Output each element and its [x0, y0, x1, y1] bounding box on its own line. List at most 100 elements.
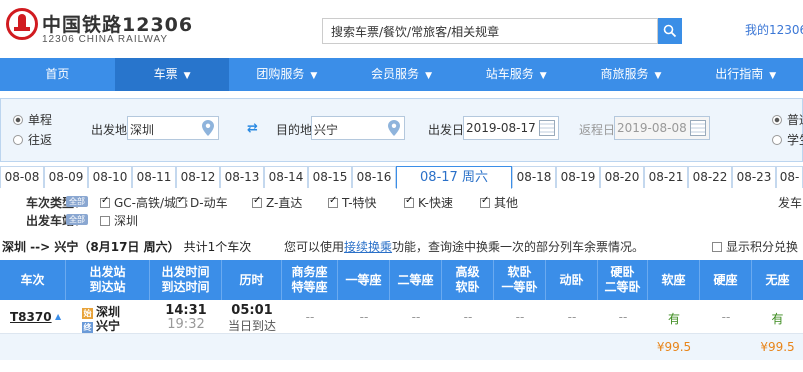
passenger-normal-radio[interactable]: 普通: [772, 111, 803, 128]
date-tab[interactable]: 08-13: [220, 166, 264, 188]
filter-z[interactable]: Z-直达: [252, 194, 302, 211]
date-tab[interactable]: 08-22: [688, 166, 732, 188]
to-station-input[interactable]: 兴宁: [311, 116, 405, 140]
filter-station-shenzhen[interactable]: 深圳: [100, 212, 138, 229]
show-points-checkbox[interactable]: 显示积分兑换: [712, 236, 798, 258]
depart-date-input[interactable]: 2019-08-17: [463, 116, 559, 140]
date-tab[interactable]: 08-16: [352, 166, 396, 188]
col-soft-seat: 软座: [648, 260, 700, 300]
end-badge: 终: [82, 322, 93, 333]
col-duration[interactable]: 历时: [222, 260, 282, 300]
return-date-input[interactable]: 2019-08-08: [614, 116, 710, 140]
checkbox-label: D-动车: [190, 196, 228, 210]
transfer-link[interactable]: 接续换乘: [344, 240, 392, 254]
depart-time-label: 发车: [778, 196, 803, 210]
chevron-down-icon: ▼: [425, 71, 432, 81]
date-tab[interactable]: 08-09: [44, 166, 88, 188]
col-business: 商务座 特等座: [282, 260, 338, 300]
input-value: 兴宁: [314, 123, 339, 137]
nav-label: 团购服务: [256, 67, 305, 81]
filter-k[interactable]: K-快速: [404, 194, 453, 211]
nav-tickets[interactable]: 车票 ▼: [114, 58, 230, 91]
col-times[interactable]: 出发时间 到达时间: [150, 260, 222, 300]
chevron-down-icon: ▼: [769, 71, 777, 81]
nav-business-travel[interactable]: 商旅服务 ▼: [574, 58, 689, 91]
checkbox-label: K-快速: [418, 196, 453, 210]
nav-group-service[interactable]: 团购服务 ▼: [229, 58, 344, 91]
table-row: T8370 ▲ 始深圳 终兴宁 14:31 19:32 05:01 当日到达 -…: [0, 300, 803, 334]
date-tab[interactable]: 08-10: [88, 166, 132, 188]
return-date-label: 返程日: [579, 123, 616, 137]
result-summary: 深圳 --> 兴宁（8月17日 周六） 共计1个车次 您可以使用接续换乘功能，查询…: [0, 236, 803, 258]
date-tab[interactable]: 08-12: [176, 166, 220, 188]
checkbox-label: T-特快: [342, 196, 377, 210]
filter-panel: 车次类型： 全部 GC-高铁/城际 D-动车 Z-直达 T-特快 K-快速 其他…: [0, 192, 803, 232]
col-soft-sleeper: 软卧 一等卧: [494, 260, 546, 300]
radio-label: 往返: [28, 133, 53, 147]
search-input[interactable]: 搜索车票/餐饮/常旅客/相关规章: [322, 18, 658, 44]
trip-round-radio[interactable]: 往返: [13, 131, 52, 148]
seat-deluxe-soft: --: [463, 310, 473, 324]
to-station: 终兴宁: [82, 317, 120, 334]
col-hard-seat: 硬座: [700, 260, 752, 300]
filter-t[interactable]: T-特快: [328, 194, 377, 211]
main-nav: 首页 车票 ▼ 团购服务 ▼ 会员服务 ▼ 站车服务 ▼ 商旅服务 ▼ 出行指南 ▼: [0, 58, 803, 91]
select-all-train-types[interactable]: 全部: [66, 196, 88, 207]
seat-business: --: [305, 310, 315, 324]
nav-station-service[interactable]: 站车服务 ▼: [459, 58, 574, 91]
date-tab[interactable]: 08-23: [732, 166, 776, 188]
arrive-note: 当日到达: [227, 319, 276, 333]
seat-soft-seat[interactable]: 有: [648, 310, 700, 327]
swap-stations-icon[interactable]: ⇄: [247, 121, 258, 136]
china-railway-logo-icon[interactable]: [6, 8, 38, 40]
nav-member-service[interactable]: 会员服务 ▼: [344, 58, 459, 91]
select-all-stations[interactable]: 全部: [66, 214, 88, 225]
seat-hard-seat: --: [721, 310, 731, 324]
date-tab[interactable]: 08-20: [600, 166, 644, 188]
filter-other[interactable]: 其他: [480, 194, 518, 211]
arrive-time: 19:32: [167, 317, 205, 332]
train-code[interactable]: T8370: [10, 310, 52, 324]
route-text: 深圳 --> 兴宁（8月17日 周六）: [2, 240, 180, 254]
date-tab[interactable]: 08-18: [512, 166, 556, 188]
depart-time: 14:31: [165, 303, 207, 318]
date-tab-selected[interactable]: 08-17 周六: [396, 166, 512, 189]
seat-moving-sleeper: --: [567, 310, 577, 324]
nav-travel-guide[interactable]: 出行指南 ▼: [688, 58, 803, 91]
date-tab[interactable]: 08-19: [556, 166, 600, 188]
col-stations[interactable]: 出发站 到达站: [66, 260, 150, 300]
passenger-student-radio[interactable]: 学生: [772, 131, 803, 148]
seat-no-seat[interactable]: 有: [752, 310, 803, 327]
filter-gc[interactable]: GC-高铁/城际: [100, 194, 188, 211]
train-count: 共计1个车次: [183, 240, 252, 254]
logo-title[interactable]: 中国铁路12306: [42, 10, 193, 37]
date-tab[interactable]: 08-11: [132, 166, 176, 188]
radio-label: 单程: [28, 113, 53, 127]
col-train: 车次: [0, 260, 66, 300]
col-deluxe-soft: 高级 软卧: [442, 260, 494, 300]
nav-label: 商旅服务: [600, 67, 649, 81]
to-label: 目的地: [276, 123, 313, 137]
radio-label: 普通: [787, 113, 803, 127]
nav-label: 会员服务: [371, 67, 420, 81]
col-second: 二等座: [390, 260, 442, 300]
search-button[interactable]: [658, 18, 682, 44]
filter-d[interactable]: D-动车: [176, 194, 228, 211]
date-tab[interactable]: 08-21: [644, 166, 688, 188]
col-moving-sleeper: 动卧: [546, 260, 598, 300]
date-tab[interactable]: 08-08: [0, 166, 44, 188]
nav-home[interactable]: 首页: [0, 58, 115, 91]
seat-second: --: [411, 310, 421, 324]
date-tab[interactable]: 08-15: [308, 166, 352, 188]
date-tab[interactable]: 08-2: [776, 166, 803, 188]
checkbox-label: 深圳: [114, 214, 139, 228]
my-account-link[interactable]: 我的12306: [745, 21, 803, 38]
col-first: 一等座: [338, 260, 390, 300]
from-station-input[interactable]: 深圳: [127, 116, 219, 140]
expand-arrow-icon[interactable]: ▲: [55, 312, 61, 321]
station-name: 兴宁: [96, 319, 121, 333]
site-header: 中国铁路12306 12306 CHINA RAILWAY 搜索车票/餐饮/常旅…: [0, 0, 803, 58]
chevron-down-icon: ▼: [183, 71, 191, 81]
trip-one-way-radio[interactable]: 单程: [13, 111, 52, 128]
date-tab[interactable]: 08-14: [264, 166, 308, 188]
